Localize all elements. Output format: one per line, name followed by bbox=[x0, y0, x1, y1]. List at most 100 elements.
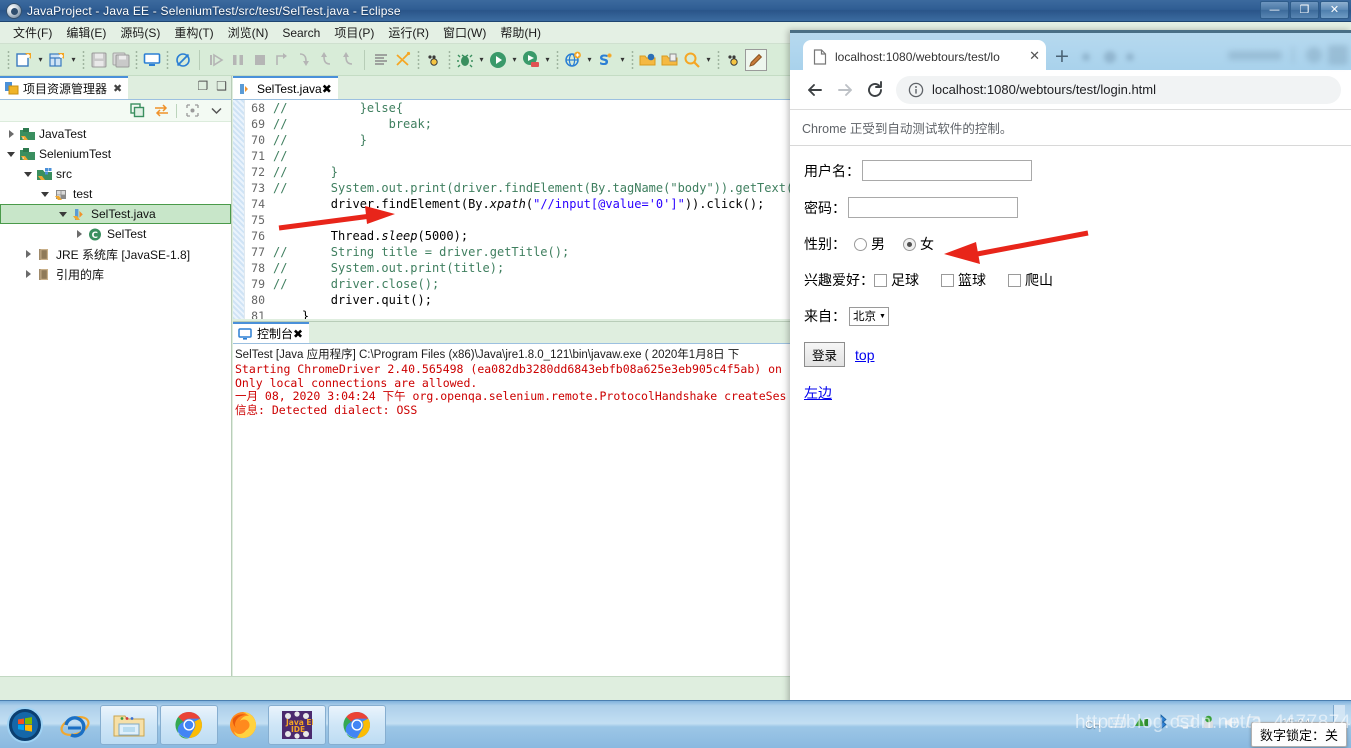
tree-twisty-expanded[interactable] bbox=[38, 191, 52, 197]
maximize-button[interactable]: ❐ bbox=[1290, 1, 1319, 19]
new-file-icon[interactable] bbox=[13, 49, 35, 71]
new-wizard-dropdown-icon[interactable]: ▾ bbox=[68, 49, 79, 71]
view-menu-icon[interactable] bbox=[207, 102, 225, 120]
taskbar-file-explorer[interactable] bbox=[100, 704, 158, 745]
tree-twisty-expanded[interactable] bbox=[21, 171, 35, 177]
tree-twisty-expanded[interactable] bbox=[4, 151, 18, 157]
new-tab-button[interactable]: + bbox=[1052, 47, 1072, 67]
bluetooth-icon[interactable] bbox=[1156, 714, 1170, 735]
hobby-option-climbing[interactable]: 爬山 bbox=[1008, 270, 1053, 290]
tree-item-seltest-java[interactable]: SelTest.java bbox=[0, 204, 231, 224]
explorer-tab-close-icon[interactable]: ✖ bbox=[113, 82, 122, 95]
safely-remove-icon[interactable] bbox=[1201, 715, 1216, 735]
radio-female-icon[interactable] bbox=[903, 237, 916, 251]
gender-option-male[interactable]: 男 bbox=[854, 234, 885, 254]
browser-tab-close-icon[interactable]: ✕ bbox=[1029, 49, 1040, 64]
login-button[interactable]: 登录 bbox=[804, 342, 846, 367]
taskbar-eclipse-javaee[interactable]: Java EE IDE bbox=[268, 704, 326, 745]
new-web-dropdown-icon[interactable]: ▾ bbox=[584, 49, 595, 71]
new-server-dropdown-icon[interactable]: ▾ bbox=[617, 49, 628, 71]
taskbar-chrome-2[interactable] bbox=[328, 704, 386, 745]
tree-twisty-collapsed[interactable] bbox=[21, 270, 35, 278]
close-button[interactable]: ✕ bbox=[1320, 1, 1349, 19]
code-lines[interactable]: 68// }else{69// break; 70// } 71//72// } 73… bbox=[245, 100, 792, 319]
tree-twisty-expanded[interactable] bbox=[56, 211, 70, 217]
toolbar-drag-handle[interactable] bbox=[6, 49, 11, 70]
skip-breakpoints-icon[interactable] bbox=[172, 49, 194, 71]
menu-run[interactable]: 运行(R) bbox=[381, 22, 436, 43]
menu-help[interactable]: 帮助(H) bbox=[493, 22, 548, 43]
new-file-dropdown-icon[interactable]: ▾ bbox=[35, 49, 46, 71]
debug-icon[interactable] bbox=[454, 49, 476, 71]
save-icon[interactable] bbox=[88, 49, 110, 71]
debug-dropdown-icon[interactable]: ▾ bbox=[476, 49, 487, 71]
checkbox-climbing-icon[interactable] bbox=[1008, 273, 1021, 287]
username-input[interactable] bbox=[862, 160, 1032, 181]
code-area[interactable]: 68// }else{69// break; 70// } 71//72// } 73… bbox=[233, 100, 792, 319]
coverage-icon[interactable] bbox=[423, 49, 445, 71]
tree-twisty-collapsed[interactable] bbox=[4, 130, 18, 138]
password-input[interactable] bbox=[848, 197, 1018, 218]
run-external-dropdown-icon[interactable]: ▾ bbox=[542, 49, 553, 71]
menu-edit[interactable]: 编辑(E) bbox=[59, 22, 113, 43]
checkbox-basketball-icon[interactable] bbox=[941, 273, 954, 287]
menu-window[interactable]: 窗口(W) bbox=[436, 22, 493, 43]
browser-tab[interactable]: localhost:1080/webtours/test/lo ✕ bbox=[803, 40, 1046, 73]
run-dropdown-icon[interactable]: ▾ bbox=[509, 49, 520, 71]
menu-source[interactable]: 源码(S) bbox=[113, 22, 167, 43]
hobby-option-football[interactable]: 足球 bbox=[874, 270, 919, 290]
previous-annotation-icon[interactable] bbox=[723, 49, 745, 71]
checkbox-football-icon[interactable] bbox=[874, 273, 887, 287]
tree-twisty-collapsed[interactable] bbox=[21, 250, 35, 258]
open-resource-icon[interactable] bbox=[659, 49, 681, 71]
tree-item-javatest[interactable]: JavaTest bbox=[0, 124, 231, 144]
console-tab-close-icon[interactable]: ✖ bbox=[293, 327, 303, 341]
left-link[interactable]: 左边 bbox=[804, 383, 832, 403]
minimize-button[interactable]: — bbox=[1260, 1, 1289, 19]
network-icon[interactable] bbox=[1133, 715, 1149, 734]
volume-icon[interactable] bbox=[1223, 715, 1240, 735]
taskbar-internet-explorer[interactable] bbox=[52, 705, 98, 745]
from-select[interactable]: 北京 ▼ bbox=[849, 306, 889, 326]
hobby-option-basketball[interactable]: 篮球 bbox=[941, 270, 986, 290]
info-circle-icon[interactable] bbox=[908, 82, 924, 98]
gender-option-female[interactable]: 女 bbox=[903, 234, 934, 254]
new-wizard-icon[interactable] bbox=[46, 49, 68, 71]
format-icon[interactable] bbox=[370, 49, 392, 71]
project-tree[interactable]: JavaTest SeleniumTest src test SelTest.java C… bbox=[0, 122, 231, 676]
search-dropdown-icon[interactable]: ▾ bbox=[703, 49, 714, 71]
taskbar-firefox[interactable] bbox=[220, 705, 266, 745]
tree-item-src[interactable]: src bbox=[0, 164, 231, 184]
new-server-icon[interactable]: S bbox=[595, 49, 617, 71]
editor-tab-close-icon[interactable]: ✖ bbox=[322, 82, 332, 96]
monitor-icon[interactable] bbox=[1177, 715, 1194, 734]
tree-item-[interactable]: 引用的库 bbox=[0, 264, 231, 284]
open-perspective-icon[interactable] bbox=[141, 49, 163, 71]
menu-search[interactable]: Search bbox=[275, 24, 327, 42]
keyboard-icon[interactable] bbox=[1108, 715, 1126, 734]
explorer-maximize-icon[interactable]: ❑ bbox=[216, 79, 227, 93]
run-icon[interactable] bbox=[487, 49, 509, 71]
address-bar[interactable]: localhost:1080/webtours/test/login.html bbox=[896, 75, 1341, 104]
save-all-icon[interactable] bbox=[110, 49, 132, 71]
menu-project[interactable]: 项目(P) bbox=[327, 22, 381, 43]
tab-console[interactable]: 控制台 ✖ bbox=[233, 322, 310, 343]
tree-item-jre-javase-1-8[interactable]: JRE 系统库 [JavaSE-1.8] bbox=[0, 244, 231, 264]
menu-navigate[interactable]: 浏览(N) bbox=[221, 22, 276, 43]
taskbar-chrome-1[interactable] bbox=[160, 704, 218, 745]
annotation-pen-icon[interactable] bbox=[745, 48, 767, 71]
start-button[interactable] bbox=[2, 705, 48, 745]
focus-on-active-task-icon[interactable] bbox=[183, 102, 201, 120]
input-language-indicator[interactable]: CH bbox=[1085, 719, 1101, 731]
tree-item-seleniumtest[interactable]: SeleniumTest bbox=[0, 144, 231, 164]
menu-refactor[interactable]: 重构(T) bbox=[167, 22, 220, 43]
run-external-tools-icon[interactable] bbox=[520, 49, 542, 71]
back-button[interactable] bbox=[800, 75, 830, 105]
tree-item-seltest[interactable]: C SelTest bbox=[0, 224, 231, 244]
open-type-icon[interactable] bbox=[637, 49, 659, 71]
reload-button[interactable] bbox=[860, 75, 890, 105]
explorer-minimize-icon[interactable]: ❐ bbox=[197, 79, 208, 93]
tree-twisty-collapsed[interactable] bbox=[72, 230, 86, 238]
tree-item-test[interactable]: test bbox=[0, 184, 231, 204]
link-with-editor-icon[interactable] bbox=[152, 102, 170, 120]
